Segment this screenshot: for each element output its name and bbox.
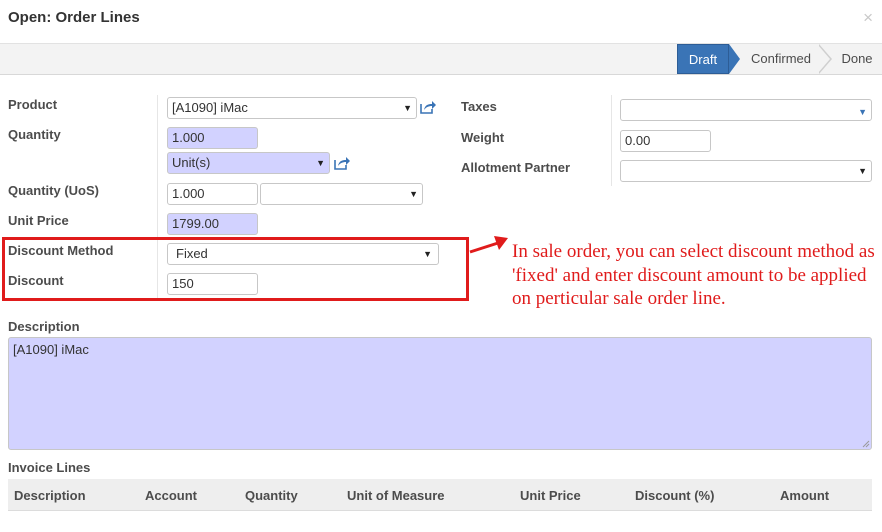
- unit-price-label: Unit Price: [8, 213, 69, 228]
- annotation-note: In sale order, you can select discount m…: [512, 241, 875, 309]
- quantity-uos-label: Quantity (UoS): [8, 183, 99, 198]
- stage-done[interactable]: Done: [832, 44, 882, 74]
- description-value: [A1090] iMac: [13, 342, 89, 357]
- unit-price-input[interactable]: 1799.00: [167, 213, 258, 235]
- allotment-partner-label: Allotment Partner: [461, 160, 571, 175]
- caret-down-icon: ▼: [858, 166, 867, 176]
- uos-select[interactable]: ▼: [260, 183, 423, 205]
- column-divider: [611, 95, 612, 186]
- quantity-input[interactable]: 1.000: [167, 127, 258, 149]
- annotation-highlight-box: [2, 237, 469, 301]
- chevron-separator-inner: [818, 45, 830, 73]
- taxes-select[interactable]: ▼: [620, 99, 872, 121]
- uom-value: Unit(s): [172, 155, 211, 170]
- column-quantity[interactable]: Quantity: [245, 488, 298, 503]
- product-label: Product: [8, 97, 58, 112]
- annotation-arrow-icon: [469, 236, 508, 254]
- product-select[interactable]: [A1090] iMac ▼: [167, 97, 417, 119]
- quantity-uos-value: 1.000: [172, 186, 205, 201]
- status-bar: Draft Confirmed Done: [0, 44, 882, 75]
- column-account[interactable]: Account: [145, 488, 197, 503]
- caret-down-icon: ▼: [858, 107, 867, 117]
- caret-down-icon: ▼: [403, 103, 412, 113]
- external-link-icon[interactable]: [419, 99, 437, 115]
- allotment-partner-select[interactable]: ▼: [620, 160, 872, 182]
- resize-grip-icon[interactable]: [862, 440, 870, 448]
- close-icon[interactable]: ×: [863, 8, 873, 28]
- quantity-uos-input[interactable]: 1.000: [167, 183, 258, 205]
- invoice-lines-label: Invoice Lines: [8, 460, 91, 475]
- external-link-icon[interactable]: [333, 155, 351, 171]
- caret-down-icon: ▼: [409, 189, 418, 199]
- dialog-title: Open: Order Lines: [8, 9, 140, 26]
- taxes-label: Taxes: [461, 99, 497, 114]
- weight-label: Weight: [461, 130, 505, 145]
- unit-price-value: 1799.00: [172, 216, 219, 231]
- caret-down-icon: ▼: [316, 158, 325, 168]
- quantity-value: 1.000: [172, 130, 205, 145]
- description-label: Description: [8, 319, 80, 334]
- uom-select[interactable]: Unit(s) ▼: [167, 152, 330, 174]
- dialog-header: Open: Order Lines ×: [0, 0, 882, 44]
- invoice-lines-header: Description Account Quantity Unit of Mea…: [8, 479, 872, 511]
- chevron-active-icon: [729, 44, 740, 74]
- column-unit-price[interactable]: Unit Price: [520, 488, 581, 503]
- quantity-label: Quantity: [8, 127, 61, 142]
- stage-draft[interactable]: Draft: [677, 44, 729, 74]
- column-description[interactable]: Description: [14, 488, 86, 503]
- stage-confirmed[interactable]: Confirmed: [740, 44, 822, 74]
- weight-value: 0.00: [625, 133, 651, 148]
- weight-input[interactable]: 0.00: [620, 130, 711, 152]
- column-discount[interactable]: Discount (%): [635, 488, 714, 503]
- column-unit-of-measure[interactable]: Unit of Measure: [347, 488, 445, 503]
- product-value: [A1090] iMac: [172, 100, 248, 115]
- description-textarea[interactable]: [A1090] iMac: [8, 337, 872, 450]
- column-amount[interactable]: Amount: [780, 488, 829, 503]
